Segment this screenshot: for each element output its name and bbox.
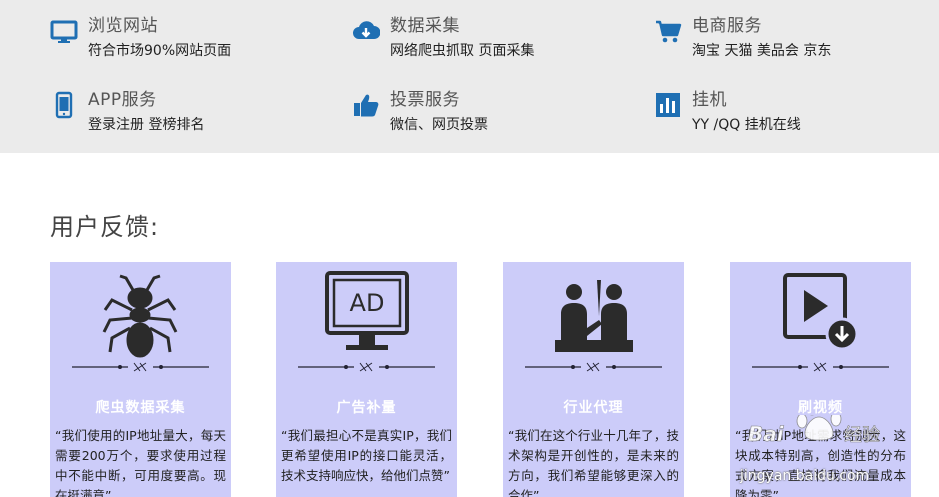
ornament-divider [752,362,889,372]
ornament-divider [298,362,435,372]
ad-label: AD [350,289,385,317]
watermark-url: jingyan.baidu.com [740,468,870,484]
service-idle-online[interactable]: 挂机 YY /QQ 挂机在线 [654,79,914,135]
ant-icon [102,274,178,358]
feedback-heading: 用户反馈: [50,213,160,241]
feedback-card: 爬虫数据采集 “我们使用的IP地址量大，每天需要200万个，要求使用过程中不能中… [50,262,231,497]
service-desc: 符合市场90%网站页面 [88,43,232,59]
service-data-collection[interactable]: 数据采集 网络爬虫抓取 页面采集 [352,5,612,61]
service-desc: 登录注册 登榜排名 [88,117,205,133]
service-title: 浏览网站 [88,16,158,36]
svg-text:经验: 经验 [844,425,880,446]
service-title: APP服务 [88,90,157,110]
smartphone-icon [55,91,73,119]
feedback-card: AD 广告补量 “我们最担心不是真实IP，我们更希望使用IP的接口能灵活，技术支… [276,262,457,497]
shopping-cart-icon [656,20,682,43]
service-browse-websites[interactable]: 浏览网站 符合市场90%网站页面 [50,5,310,61]
card-title: 刷视频 [798,400,843,416]
services-band: 浏览网站 符合市场90%网站页面 数据采集 网络爬虫抓取 页面采集 电商服务 淘… [0,0,939,153]
card-quote: “我们使用的IP地址量大，每天需要200万个，要求使用过程中不能中断，可用度要高… [55,428,226,497]
card-title: 广告补量 [336,400,397,416]
service-ecommerce[interactable]: 电商服务 淘宝 天猫 美品会 京东 [654,5,914,61]
thumbs-up-icon [354,94,379,117]
ad-monitor-icon: AD [325,271,409,350]
card-title: 爬虫数据采集 [95,400,186,416]
agents-meeting-icon [555,280,633,352]
service-title: 挂机 [692,90,727,110]
service-voting[interactable]: 投票服务 微信、网页投票 [352,79,612,135]
video-download-icon [783,273,859,351]
service-title: 投票服务 [390,90,460,110]
service-desc: YY /QQ 挂机在线 [692,117,801,133]
monitor-icon [50,20,78,43]
ornament-divider [525,362,662,372]
card-quote: “我们在这个行业十几年了，技术架构是开创性的，是未来的方向，我们希望能够更深入的… [508,428,679,497]
cloud-download-icon [353,21,380,39]
svg-text:Bai: Bai [748,422,785,446]
ornament-divider [72,362,209,372]
service-app[interactable]: APP服务 登录注册 登榜排名 [50,79,310,135]
card-quote: “我们最担心不是真实IP，我们更希望使用IP的接口能灵活，技术支持响应快，给他们… [281,428,452,483]
service-desc: 微信、网页投票 [390,117,488,133]
service-title: 电商服务 [692,16,762,36]
service-desc: 网络爬虫抓取 页面采集 [390,43,535,59]
bar-chart-icon [656,93,680,117]
service-desc: 淘宝 天猫 美品会 京东 [692,43,832,59]
service-title: 数据采集 [390,16,460,36]
card-title: 行业代理 [563,400,624,416]
feedback-card: 行业代理 “我们在这个行业十几年了，技术架构是开创性的，是未来的方向，我们希望能… [503,262,684,497]
